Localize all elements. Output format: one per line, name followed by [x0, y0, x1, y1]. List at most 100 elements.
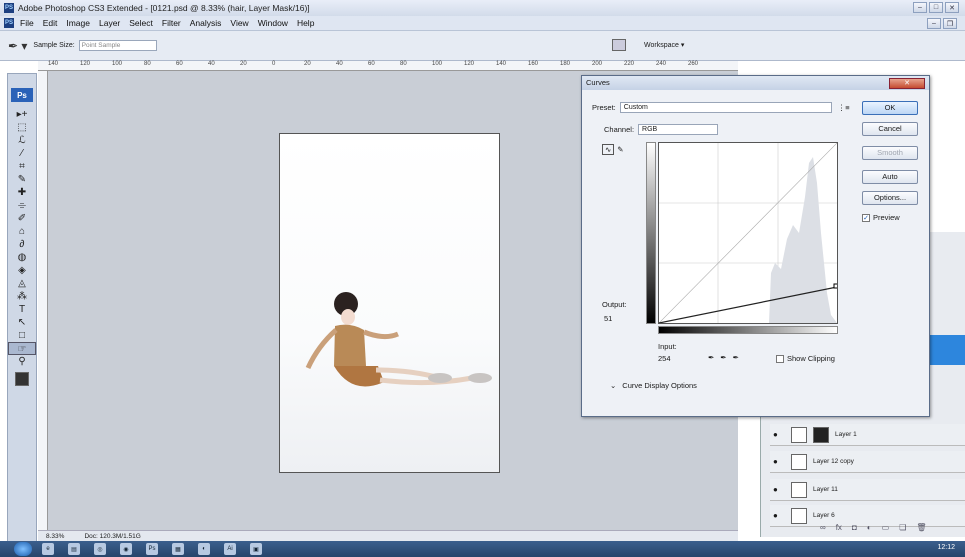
taskbar-app-icon[interactable]: e: [42, 543, 54, 555]
show-clipping-checkbox[interactable]: [776, 354, 784, 363]
taskbar-app-icon[interactable]: Ai: [224, 543, 236, 555]
sample-size-select[interactable]: Point Sample: [78, 40, 157, 51]
preview-checkbox[interactable]: ✓: [862, 213, 870, 222]
preset-options-icon[interactable]: ⋮≡: [838, 103, 850, 112]
taskbar-app-icon[interactable]: ▦: [172, 543, 184, 555]
curve-points-icon[interactable]: ∿: [602, 144, 615, 155]
add-mask-icon[interactable]: ◘: [852, 523, 857, 532]
show-clipping-row[interactable]: Show Clipping: [776, 354, 835, 363]
layers-footer-toolbar: ∞ fx ◘ ◐ ▭ ❏ 🗑: [770, 520, 965, 534]
ruler-tick-label: 40: [208, 61, 215, 67]
ruler-tick-label: 80: [400, 61, 407, 67]
menu-view[interactable]: View: [230, 18, 248, 28]
eraser-icon[interactable]: ∂: [8, 238, 36, 251]
pen-tool-icon[interactable]: ⁂: [8, 290, 36, 303]
output-value[interactable]: 51: [604, 314, 612, 323]
workspace-switcher[interactable]: Workspace ▾: [612, 39, 684, 51]
layer-row[interactable]: ● Layer 11: [770, 479, 965, 501]
preview-row[interactable]: ✓ Preview: [862, 213, 900, 222]
dodge-icon[interactable]: ◬: [8, 277, 36, 290]
visibility-eye-icon[interactable]: ●: [773, 511, 783, 520]
lasso-tool-icon[interactable]: ℒ: [8, 134, 36, 147]
ok-button[interactable]: OK: [862, 101, 918, 115]
white-point-eyedropper-icon[interactable]: ✒: [733, 353, 739, 362]
minimize-icon[interactable]: –: [913, 2, 927, 13]
menu-analysis[interactable]: Analysis: [190, 18, 222, 28]
layer-row[interactable]: ● Layer 1: [770, 424, 965, 446]
curves-graph[interactable]: [658, 142, 839, 324]
show-clipping-label: Show Clipping: [787, 354, 835, 363]
taskbar-app-icon[interactable]: ◉: [120, 543, 132, 555]
options-button[interactable]: Options...: [862, 191, 918, 205]
menu-edit[interactable]: Edit: [43, 18, 58, 28]
menu-image[interactable]: Image: [66, 18, 90, 28]
ps-logo: Ps: [11, 88, 33, 102]
menu-window[interactable]: Window: [258, 18, 288, 28]
start-button[interactable]: [14, 542, 32, 556]
adjustment-layer-icon[interactable]: ◐: [867, 523, 872, 532]
new-layer-icon[interactable]: ❏: [899, 523, 906, 532]
taskbar-app-icon[interactable]: Ps: [146, 543, 158, 555]
eyedropper-tool-icon[interactable]: ✒ ▾: [8, 39, 27, 53]
delete-layer-icon[interactable]: 🗑: [916, 523, 926, 532]
close-icon[interactable]: ✕: [945, 2, 959, 13]
gray-point-eyedropper-icon[interactable]: ✒: [720, 353, 726, 362]
auto-button[interactable]: Auto: [862, 170, 918, 184]
close-icon[interactable]: ✕: [889, 78, 925, 89]
link-layers-icon[interactable]: ∞: [820, 523, 826, 532]
menu-file[interactable]: File: [20, 18, 34, 28]
tools-panel: Ps ▸+ ⬚ ℒ ⁄ ⌗ ✎ ✚ ⌯ ✐ ⌂ ∂ ◍ ◈ ◬ ⁂ T ↖ □ …: [7, 73, 37, 543]
document-canvas[interactable]: [279, 133, 500, 473]
taskbar-app-icon[interactable]: ◐: [198, 543, 210, 555]
smooth-button[interactable]: Smooth: [862, 146, 918, 160]
crop-tool-icon[interactable]: ⌗: [8, 160, 36, 173]
menu-select[interactable]: Select: [129, 18, 153, 28]
blur-icon[interactable]: ◈: [8, 264, 36, 277]
marquee-tool-icon[interactable]: ⬚: [8, 121, 36, 134]
brush-tool-icon[interactable]: ⌯: [8, 199, 36, 212]
ruler-tick-label: 200: [592, 61, 603, 67]
ps-menu-icon[interactable]: PS: [4, 18, 14, 28]
doc-restore-icon[interactable]: ❐: [943, 18, 957, 29]
notes-tool-icon[interactable]: ☞: [8, 342, 36, 355]
gradient-icon[interactable]: ◍: [8, 251, 36, 264]
menu-layer[interactable]: Layer: [99, 18, 120, 28]
expand-chevron-icon[interactable]: ⌄: [610, 381, 616, 390]
history-brush-icon[interactable]: ⌂: [8, 225, 36, 238]
foreground-color-swatch[interactable]: [15, 372, 29, 386]
magic-wand-tool-icon[interactable]: ⁄: [8, 147, 36, 160]
type-tool-icon[interactable]: T: [8, 303, 36, 316]
move-tool-icon[interactable]: ▸+: [8, 108, 36, 121]
new-group-icon[interactable]: ▭: [882, 523, 890, 532]
black-point-eyedropper-icon[interactable]: ✒: [708, 353, 714, 362]
preset-select[interactable]: Custom: [619, 102, 832, 113]
curve-display-options-row[interactable]: ⌄ Curve Display Options: [610, 381, 697, 390]
visibility-eye-icon[interactable]: ●: [773, 457, 783, 466]
eyedropper-icon[interactable]: ✎: [8, 173, 36, 186]
menu-help[interactable]: Help: [297, 18, 314, 28]
workspace-label[interactable]: Workspace ▾: [644, 41, 684, 49]
clone-stamp-icon[interactable]: ✐: [8, 212, 36, 225]
maximize-icon[interactable]: □: [929, 2, 943, 13]
menu-filter[interactable]: Filter: [162, 18, 181, 28]
path-selection-icon[interactable]: ↖: [8, 316, 36, 329]
layer-row[interactable]: ● Layer 12 copy: [770, 451, 965, 473]
ruler-tick-label: 0: [272, 61, 276, 67]
shape-tool-icon[interactable]: □: [8, 329, 36, 342]
visibility-eye-icon[interactable]: ●: [773, 430, 783, 439]
zoom-level[interactable]: 8.33%: [46, 533, 64, 540]
preset-row: Preset: Custom ⋮≡: [592, 102, 850, 113]
doc-minimize-icon[interactable]: –: [927, 18, 941, 29]
visibility-eye-icon[interactable]: ●: [773, 485, 783, 494]
taskbar-app-icon[interactable]: ▤: [68, 543, 80, 555]
channel-select[interactable]: RGB: [638, 124, 719, 135]
input-value[interactable]: 254: [658, 354, 671, 363]
taskbar-app-icon[interactable]: ◎: [94, 543, 106, 555]
layer-style-icon[interactable]: fx: [836, 523, 842, 532]
taskbar-app-icon[interactable]: ▣: [250, 543, 262, 555]
healing-brush-icon[interactable]: ✚: [8, 186, 36, 199]
ruler-tick-label: 100: [432, 61, 443, 67]
cancel-button[interactable]: Cancel: [862, 122, 918, 136]
pencil-icon[interactable]: ✎: [617, 145, 623, 154]
zoom-tool-icon[interactable]: ⚲: [8, 355, 36, 368]
